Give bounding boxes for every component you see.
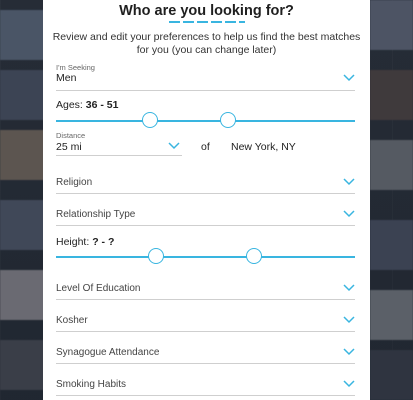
height-slider-min-handle[interactable] [148,248,164,264]
background-photo [370,140,413,190]
ages-slider-track[interactable] [56,120,355,122]
page-subtitle: Review and edit your preferences to help… [52,31,361,56]
distance-underline [56,155,182,156]
chevron-down-icon[interactable] [343,74,355,82]
education-dropdown-label[interactable]: Level Of Education [56,283,141,294]
kosher-underline [56,331,355,332]
ages-label: Ages: [56,99,83,111]
background-photo [370,350,413,400]
chevron-down-icon[interactable] [168,142,180,150]
location-value[interactable]: New York, NY [231,141,296,153]
title-decoration [169,21,245,23]
distance-of-label: of [201,141,210,153]
background-photo [370,0,413,50]
background-photo [370,290,413,340]
smoking-underline [56,395,355,396]
background-photo [370,220,413,270]
chevron-down-icon[interactable] [343,380,355,388]
seeking-label: I'm Seeking [56,63,95,72]
seeking-underline [56,90,355,91]
page-title: Who are you looking for? [119,3,294,19]
chevron-down-icon[interactable] [343,348,355,356]
ages-value: 36 - 51 [85,99,119,111]
height-slider-max-handle[interactable] [246,248,262,264]
chevron-down-icon[interactable] [343,210,355,218]
relationship-type-dropdown-label[interactable]: Relationship Type [56,209,135,220]
ages-slider-max-handle[interactable] [220,112,236,128]
chevron-down-icon[interactable] [343,284,355,292]
height-slider-track[interactable] [56,256,355,258]
height-value: ? - ? [92,236,115,248]
height-range-label: Height: ? - ? [56,236,114,248]
chevron-down-icon[interactable] [343,178,355,186]
synagogue-dropdown-label[interactable]: Synagogue Attendance [56,347,159,358]
synagogue-underline [56,363,355,364]
distance-label: Distance [56,131,86,140]
religion-dropdown-label[interactable]: Religion [56,177,92,188]
smoking-dropdown-label[interactable]: Smoking Habits [56,379,126,390]
education-underline [56,299,355,300]
background-photo [370,70,413,120]
preferences-card: Who are you looking for? Review and edit… [43,0,370,400]
ages-range-label: Ages: 36 - 51 [56,99,118,111]
relationship-type-underline [56,225,355,226]
distance-value[interactable]: 25 mi [56,141,82,153]
religion-underline [56,193,355,194]
kosher-dropdown-label[interactable]: Kosher [56,315,88,326]
seeking-value[interactable]: Men [56,72,76,84]
height-label: Height: [56,236,90,248]
ages-slider-min-handle[interactable] [142,112,158,128]
chevron-down-icon[interactable] [343,316,355,324]
